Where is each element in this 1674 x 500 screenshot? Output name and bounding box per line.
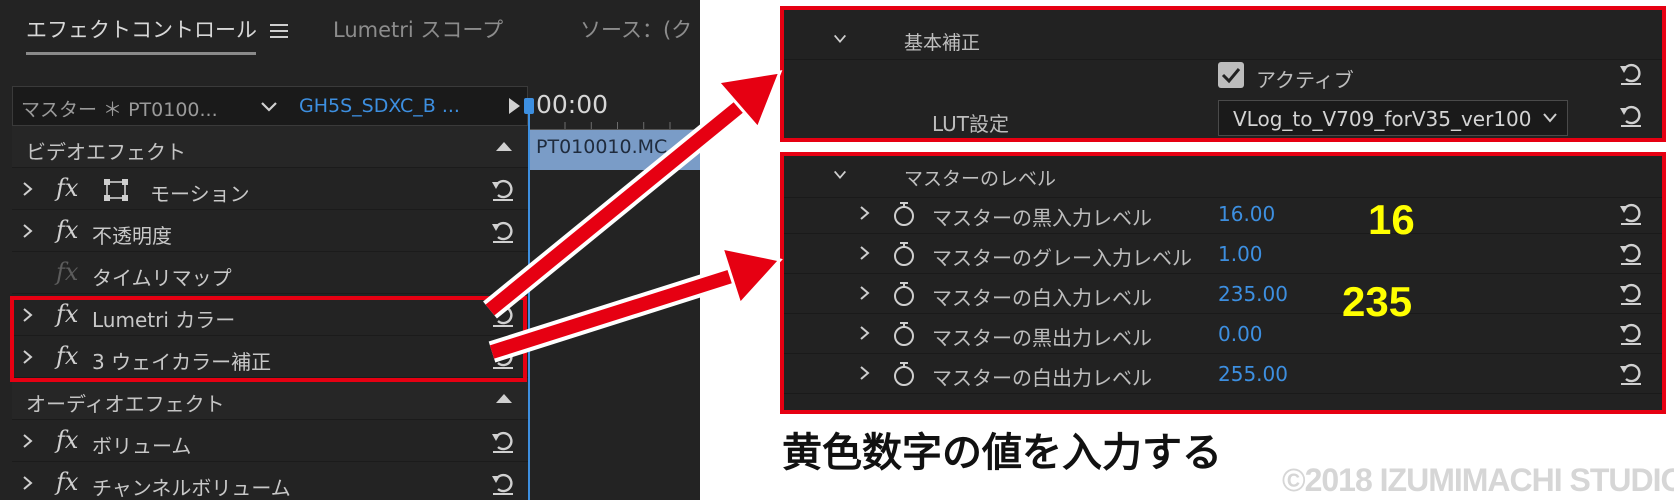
copyright-watermark: ©2018 IZUMIMACHI STUDIO: [1282, 462, 1674, 498]
instruction-caption: 黄色数字の値を入力する: [782, 430, 1222, 476]
